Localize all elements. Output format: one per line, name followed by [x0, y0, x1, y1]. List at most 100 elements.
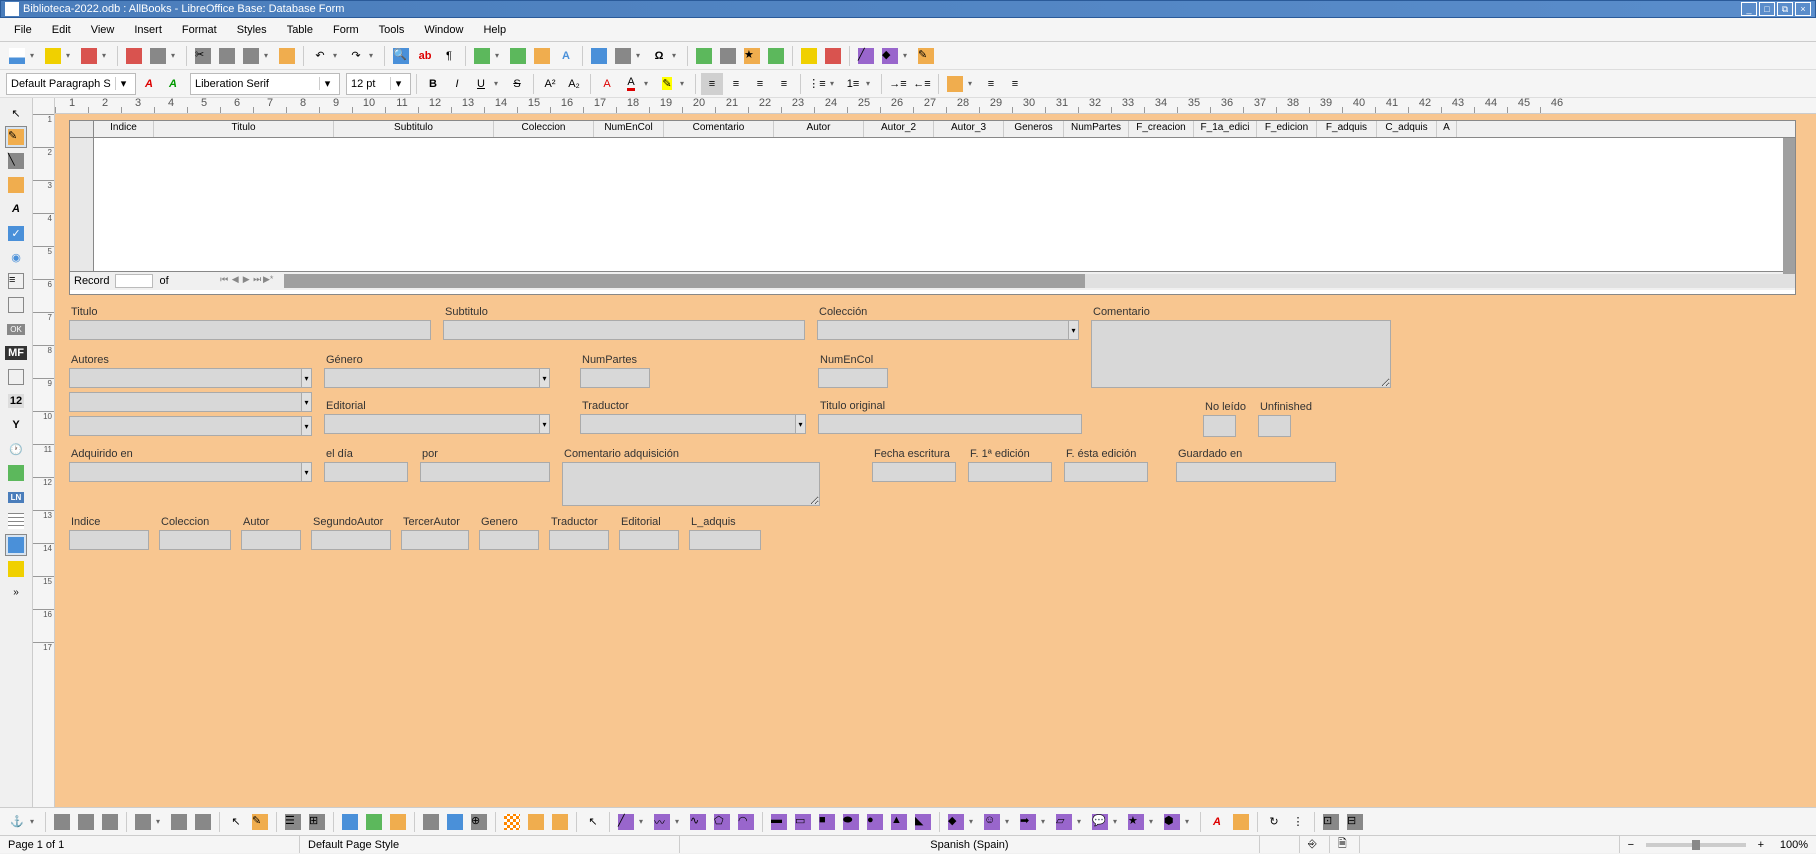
grid-column-numencol[interactable]: NumEnCol: [594, 121, 664, 137]
no-leido-checkbox[interactable]: [1203, 415, 1236, 437]
maximize-button[interactable]: □: [1759, 2, 1775, 16]
basic-shapes2-dropdown[interactable]: ▾: [969, 817, 977, 826]
clear-format-icon[interactable]: A: [596, 73, 618, 95]
basic-shapes2-icon[interactable]: ◆: [945, 811, 967, 833]
grid-column-coleccion[interactable]: Coleccion: [494, 121, 594, 137]
menu-tools[interactable]: Tools: [371, 20, 413, 40]
clone-format-icon[interactable]: [276, 45, 298, 67]
polygon-icon[interactable]: ⬠: [711, 811, 733, 833]
align-objects-dropdown[interactable]: ▾: [156, 817, 164, 826]
data-grid[interactable]: IndiceTituloSubtituloColeccionNumEnColCo…: [69, 120, 1796, 295]
record-number-input[interactable]: [115, 274, 153, 288]
auto-focus-icon[interactable]: [444, 811, 466, 833]
grid-column-numpartes[interactable]: NumPartes: [1064, 121, 1129, 137]
grid-vertical-scrollbar[interactable]: [1783, 138, 1795, 275]
segundo-autor-input[interactable]: [311, 530, 391, 550]
insert-table-dropdown[interactable]: ▾: [495, 51, 503, 60]
next-record-icon[interactable]: ▶: [241, 274, 252, 288]
insert-image2-icon[interactable]: [1230, 811, 1252, 833]
underline-icon[interactable]: U: [470, 73, 492, 95]
points-icon[interactable]: ⋮: [1287, 811, 1309, 833]
comentario-adq-textarea[interactable]: [562, 462, 820, 506]
menu-file[interactable]: File: [6, 20, 40, 40]
unfinished-checkbox[interactable]: [1258, 415, 1291, 437]
line2-dropdown[interactable]: ▾: [639, 817, 647, 826]
paste-icon[interactable]: [240, 45, 262, 67]
adquirido-en-dropdown-icon[interactable]: ▾: [302, 462, 312, 482]
adquirido-en-combo[interactable]: [69, 462, 302, 482]
listbox-icon[interactable]: ≡: [5, 270, 27, 292]
line-icon[interactable]: ╱: [855, 45, 877, 67]
paste-dropdown[interactable]: ▾: [264, 51, 272, 60]
open-icon[interactable]: [42, 45, 64, 67]
titulo-original-input[interactable]: [818, 414, 1082, 434]
grid-column-comentario[interactable]: Comentario: [664, 121, 774, 137]
highlight-dropdown[interactable]: ▾: [680, 79, 688, 88]
design-mode2-icon[interactable]: ✎: [249, 811, 271, 833]
tercer-autor-input[interactable]: [401, 530, 469, 550]
design-mode-icon[interactable]: ✎: [5, 126, 27, 148]
guardado-en-input[interactable]: [1176, 462, 1336, 482]
por-input[interactable]: [420, 462, 550, 482]
callouts-icon[interactable]: 💬: [1089, 811, 1111, 833]
grid-column-f_1a_edici[interactable]: F_1a_edici: [1194, 121, 1257, 137]
find-icon[interactable]: 🔍: [390, 45, 412, 67]
coleccion-combo[interactable]: [817, 320, 1069, 340]
snap-grid-icon[interactable]: [525, 811, 547, 833]
basic-shapes-icon[interactable]: ◆: [879, 45, 901, 67]
curve-icon[interactable]: 〰: [651, 811, 673, 833]
block-arrows-icon[interactable]: ➡: [1017, 811, 1039, 833]
bullet-list-icon[interactable]: ⋮≡: [806, 73, 828, 95]
first-record-icon[interactable]: ⏮: [219, 274, 230, 288]
cut-icon[interactable]: ✂: [192, 45, 214, 67]
subscript-icon[interactable]: A₂: [563, 73, 585, 95]
grid-horizontal-scrollbar[interactable]: [284, 274, 1795, 288]
outline-icon[interactable]: [944, 73, 966, 95]
send-back-icon[interactable]: [192, 811, 214, 833]
font-name-combo[interactable]: Liberation Serif ▾: [190, 73, 340, 95]
status-signature-icon[interactable]: 🗎: [1330, 836, 1360, 853]
el-dia-input[interactable]: [324, 462, 408, 482]
new-doc-dropdown[interactable]: ▾: [30, 51, 38, 60]
track-changes-icon[interactable]: [822, 45, 844, 67]
comment-icon[interactable]: [798, 45, 820, 67]
table-control-icon[interactable]: [5, 510, 27, 532]
status-insert-mode[interactable]: [1260, 836, 1300, 853]
grid-column-f_edicion[interactable]: F_edicion: [1257, 121, 1317, 137]
grid-column-generos[interactable]: Generos: [1004, 121, 1064, 137]
symbol-shapes-dropdown[interactable]: ▾: [1005, 817, 1013, 826]
last-record-icon[interactable]: ⏭: [252, 274, 263, 288]
redo-dropdown[interactable]: ▾: [369, 51, 377, 60]
grid-column-c_adquis[interactable]: C_adquis: [1377, 121, 1437, 137]
align-objects-icon[interactable]: [132, 811, 154, 833]
bring-front-icon[interactable]: [168, 811, 190, 833]
undo-dropdown[interactable]: ▾: [333, 51, 341, 60]
status-selection-mode[interactable]: ⎆: [1300, 836, 1330, 853]
zoom-out-icon[interactable]: −: [1624, 839, 1638, 851]
menu-form[interactable]: Form: [325, 20, 367, 40]
anchor-icon[interactable]: ⚓: [6, 811, 28, 833]
hyperlink-icon[interactable]: [693, 45, 715, 67]
f-esta-edicion-input[interactable]: [1064, 462, 1148, 482]
rectangle-icon[interactable]: ▬: [768, 811, 790, 833]
wrap-off-icon[interactable]: [51, 811, 73, 833]
autores-dropdown-2-icon[interactable]: ▾: [302, 392, 312, 412]
paragraph-style-arrow[interactable]: ▾: [115, 77, 131, 90]
line2-icon[interactable]: ╱: [615, 811, 637, 833]
time-field-icon[interactable]: 🕐: [5, 438, 27, 460]
nav-bar-icon[interactable]: LN: [5, 486, 27, 508]
prev-record-icon[interactable]: ◀: [230, 274, 241, 288]
grid-column-autor_3[interactable]: Autor_3: [934, 121, 1004, 137]
highlight-icon[interactable]: ✎: [656, 73, 678, 95]
symbol-shapes-icon[interactable]: ☺: [981, 811, 1003, 833]
checkbox-control-icon[interactable]: ✓: [5, 222, 27, 244]
cross-ref-icon[interactable]: [765, 45, 787, 67]
group-icon[interactable]: ⊡: [1320, 811, 1342, 833]
font-size-arrow[interactable]: ▾: [390, 77, 406, 90]
comentario-textarea[interactable]: [1091, 320, 1391, 388]
right-triangle-icon[interactable]: ◣: [912, 811, 934, 833]
bookmark-icon[interactable]: ★: [741, 45, 763, 67]
grid-column-f_adquis[interactable]: F_adquis: [1317, 121, 1377, 137]
print-icon[interactable]: [147, 45, 169, 67]
vertical-ruler[interactable]: 1234567891011121314151617: [33, 114, 55, 807]
